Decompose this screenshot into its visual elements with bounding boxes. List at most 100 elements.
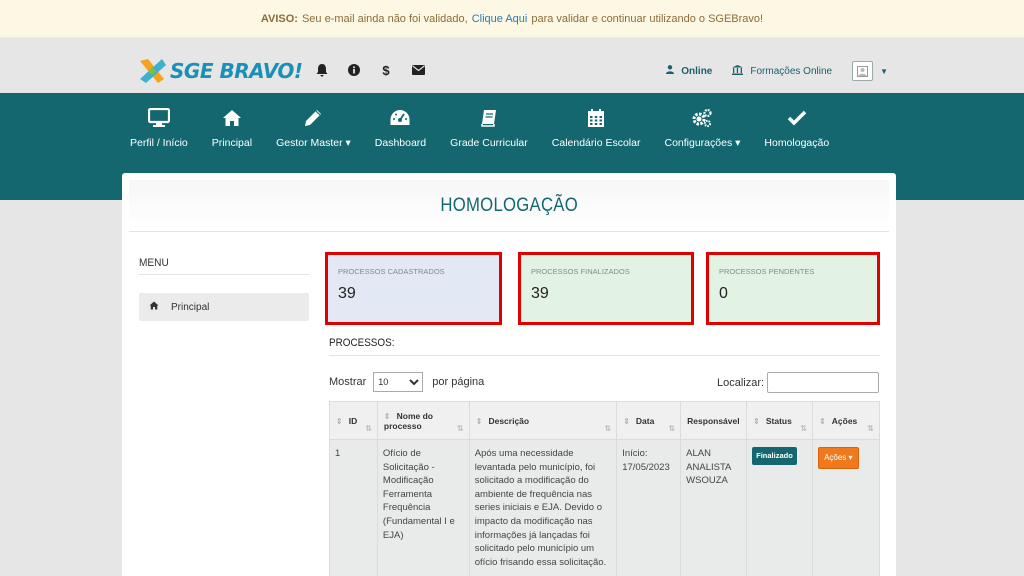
- online-label: Online: [681, 65, 713, 77]
- brand-logo[interactable]: SGE BRAVO!: [136, 55, 303, 87]
- calendar-icon: [585, 107, 607, 129]
- status-badge: Finalizado: [752, 447, 797, 465]
- nav-calendario-escolar[interactable]: Calendário Escolar: [551, 107, 641, 149]
- column-header-nome[interactable]: ⇕ Nome do processo ⇅: [376, 401, 470, 440]
- column-header-data[interactable]: ⇕ Data ⇅: [616, 401, 682, 440]
- nav-label: Configurações ▾: [664, 137, 741, 149]
- sidebar-item-principal[interactable]: Principal: [139, 293, 309, 321]
- nav-menu: Perfil / Início Principal Gestor Master …: [120, 107, 853, 149]
- nav-label: Grade Curricular: [450, 137, 528, 149]
- dollar-icon[interactable]: $: [378, 62, 394, 78]
- cell-acoes: Ações ▾: [812, 438, 880, 576]
- pencil-icon: [302, 107, 324, 129]
- table-header-row: ⇕ ID ⇅ ⇕ Nome do processo ⇅ ⇕ Descrição ⇅ ⇕ Dat…: [329, 401, 880, 440]
- cell-data: Início: 17/05/2023: [616, 438, 682, 576]
- stat-value: 0: [719, 285, 728, 302]
- validate-email-link[interactable]: Clique Aqui: [472, 13, 528, 25]
- envelope-icon[interactable]: [410, 62, 426, 78]
- stat-label: PROCESSOS FINALIZADOS: [531, 267, 630, 276]
- nav-perfil-inicio[interactable]: Perfil / Início: [130, 107, 188, 149]
- cell-id: 1: [329, 438, 378, 576]
- sort-icon: ⇕: [819, 416, 826, 426]
- bell-icon[interactable]: [314, 62, 330, 78]
- sort-icon: ⇅: [800, 424, 808, 433]
- alert-message: Seu e-mail ainda não foi validado,: [301, 12, 468, 25]
- column-header-descricao[interactable]: ⇕ Descrição ⇅: [468, 401, 618, 440]
- formacoes-label: Formações Online: [750, 65, 833, 77]
- sort-icon: ⇅: [668, 424, 676, 433]
- nav-dashboard[interactable]: Dashboard: [375, 107, 426, 149]
- nav-grade-curricular[interactable]: Grade Curricular: [450, 107, 528, 149]
- logo-x-icon: [136, 55, 168, 87]
- stat-value: 39: [338, 285, 356, 302]
- nav-label: Calendário Escolar: [551, 137, 641, 149]
- nav-label: Principal: [211, 137, 253, 149]
- stat-processos-cadastrados: PROCESSOS CADASTRADOS 39: [325, 252, 502, 325]
- sort-icon: ⇕: [383, 411, 391, 421]
- alert-prefix: AVISO:: [260, 12, 298, 25]
- acoes-button[interactable]: Ações ▾: [818, 447, 859, 469]
- dashboard-icon: [389, 107, 411, 129]
- nav-configuracoes[interactable]: Configurações ▾: [664, 107, 740, 149]
- top-bar: SGE BRAVO! $ Online Formações Online ▼: [0, 38, 1024, 93]
- column-header-status[interactable]: ⇕ Status ⇅: [746, 401, 814, 440]
- page-size-select[interactable]: 10: [373, 372, 424, 392]
- brand-name: SGE BRAVO!: [170, 59, 303, 83]
- divider: [329, 355, 880, 356]
- user-icon: [666, 65, 675, 77]
- column-header-id[interactable]: ⇕ ID ⇅: [329, 401, 378, 440]
- cell-nome: Ofício de Solicitação - Modificação Ferr…: [376, 438, 470, 576]
- column-header-acoes[interactable]: ⇕ Ações ⇅: [812, 401, 880, 440]
- cogs-icon: [691, 107, 713, 129]
- search-label: Localizar:: [717, 376, 765, 389]
- show-label: Mostrar: [329, 376, 367, 388]
- stat-value: 39: [531, 285, 549, 302]
- home-icon: [149, 301, 159, 313]
- alert-suffix: para validar e continuar utilizando o SG…: [531, 12, 764, 25]
- page-title: HOMOLOGAÇÃO: [440, 194, 578, 216]
- nav-gestor-master[interactable]: Gestor Master ▾: [276, 107, 351, 149]
- cell-status: Finalizado: [746, 438, 814, 576]
- home-icon: [221, 107, 243, 129]
- section-title: PROCESSOS:: [329, 337, 395, 349]
- sort-icon: ⇕: [623, 416, 630, 426]
- per-page-label: por página: [432, 376, 485, 388]
- search-input[interactable]: [767, 372, 880, 393]
- column-header-responsavel[interactable]: Responsável: [680, 401, 748, 440]
- table-search: Localizar:: [717, 372, 880, 393]
- online-status[interactable]: Online: [666, 65, 712, 77]
- nav-principal[interactable]: Principal: [212, 107, 252, 149]
- stat-processos-pendentes: PROCESSOS PENDENTES 0: [706, 252, 880, 325]
- avatar[interactable]: [852, 61, 874, 81]
- sidebar-item-label: Principal: [171, 301, 210, 313]
- sidebar-title: MENU: [139, 257, 169, 269]
- page-size-control: Mostrar 10 por página: [329, 372, 484, 392]
- table-row: 1 Ofício de Solicitação - Modificação Fe…: [329, 438, 880, 576]
- stat-label: PROCESSOS PENDENTES: [719, 267, 815, 276]
- nav-homologacao[interactable]: Homologação: [764, 107, 829, 149]
- check-icon: [786, 107, 808, 129]
- nav-label: Gestor Master ▾: [276, 137, 351, 149]
- formacoes-online-link[interactable]: Formações Online: [732, 64, 833, 78]
- cell-responsavel: ALAN ANALISTA WSOUZA: [680, 438, 748, 576]
- stat-label: PROCESSOS CADASTRADOS: [338, 267, 445, 276]
- sort-icon: ⇕: [753, 416, 760, 426]
- cell-descricao: Após uma necessidade levantada pelo muni…: [468, 438, 618, 576]
- institution-icon: [732, 64, 744, 78]
- sort-icon: ⇅: [604, 424, 612, 433]
- sort-icon: ⇅: [365, 424, 372, 433]
- email-validation-alert: AVISO: Seu e-mail ainda não foi validado…: [0, 0, 1024, 38]
- top-icons: $: [314, 62, 442, 78]
- sort-icon: ⇅: [457, 424, 464, 433]
- sort-icon: ⇕: [475, 416, 483, 426]
- sort-icon: ⇕: [336, 416, 343, 426]
- info-icon[interactable]: [346, 62, 362, 78]
- nav-label: Homologação: [764, 137, 830, 149]
- stat-processos-finalizados: PROCESSOS FINALIZADOS 39: [518, 252, 694, 325]
- nav-label: Perfil / Início: [130, 137, 188, 149]
- divider: [139, 274, 309, 275]
- book-icon: [478, 107, 500, 129]
- page-header: HOMOLOGAÇÃO: [129, 180, 889, 232]
- nav-label: Dashboard: [374, 137, 427, 149]
- chevron-down-icon[interactable]: ▼: [880, 67, 888, 76]
